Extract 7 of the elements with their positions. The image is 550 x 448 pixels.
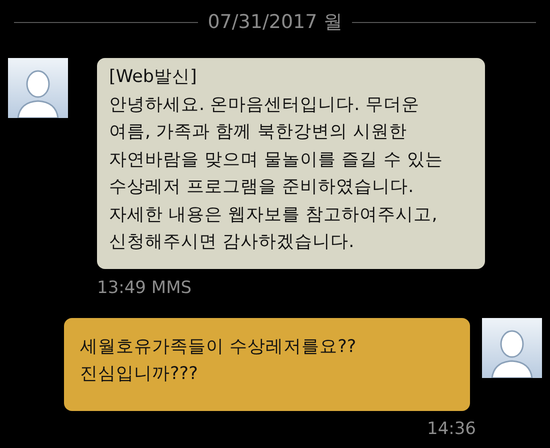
date-header: 07/31/2017 월	[208, 10, 342, 35]
avatar	[8, 58, 68, 118]
sent-message: 세월호유가족들이 수상레저를요?? 진심입니까???	[64, 318, 470, 410]
avatar	[482, 318, 542, 378]
message-time: 14:36	[427, 418, 476, 438]
message-time: 13:49 MMS	[97, 278, 192, 298]
received-message: [Web발신] 안녕하세요. 온마음센터입니다. 무더운 여름, 가족과 함께 북한강변의 시원한 자연바람을 맞으며 물놀이를 즐길 수 있는 수상레저 프로그램을 준비하였습니다. 자세한 내용은 웹자보를 참고하여주시고, 신청해주시면 감사하겠습니다.	[97, 58, 485, 268]
